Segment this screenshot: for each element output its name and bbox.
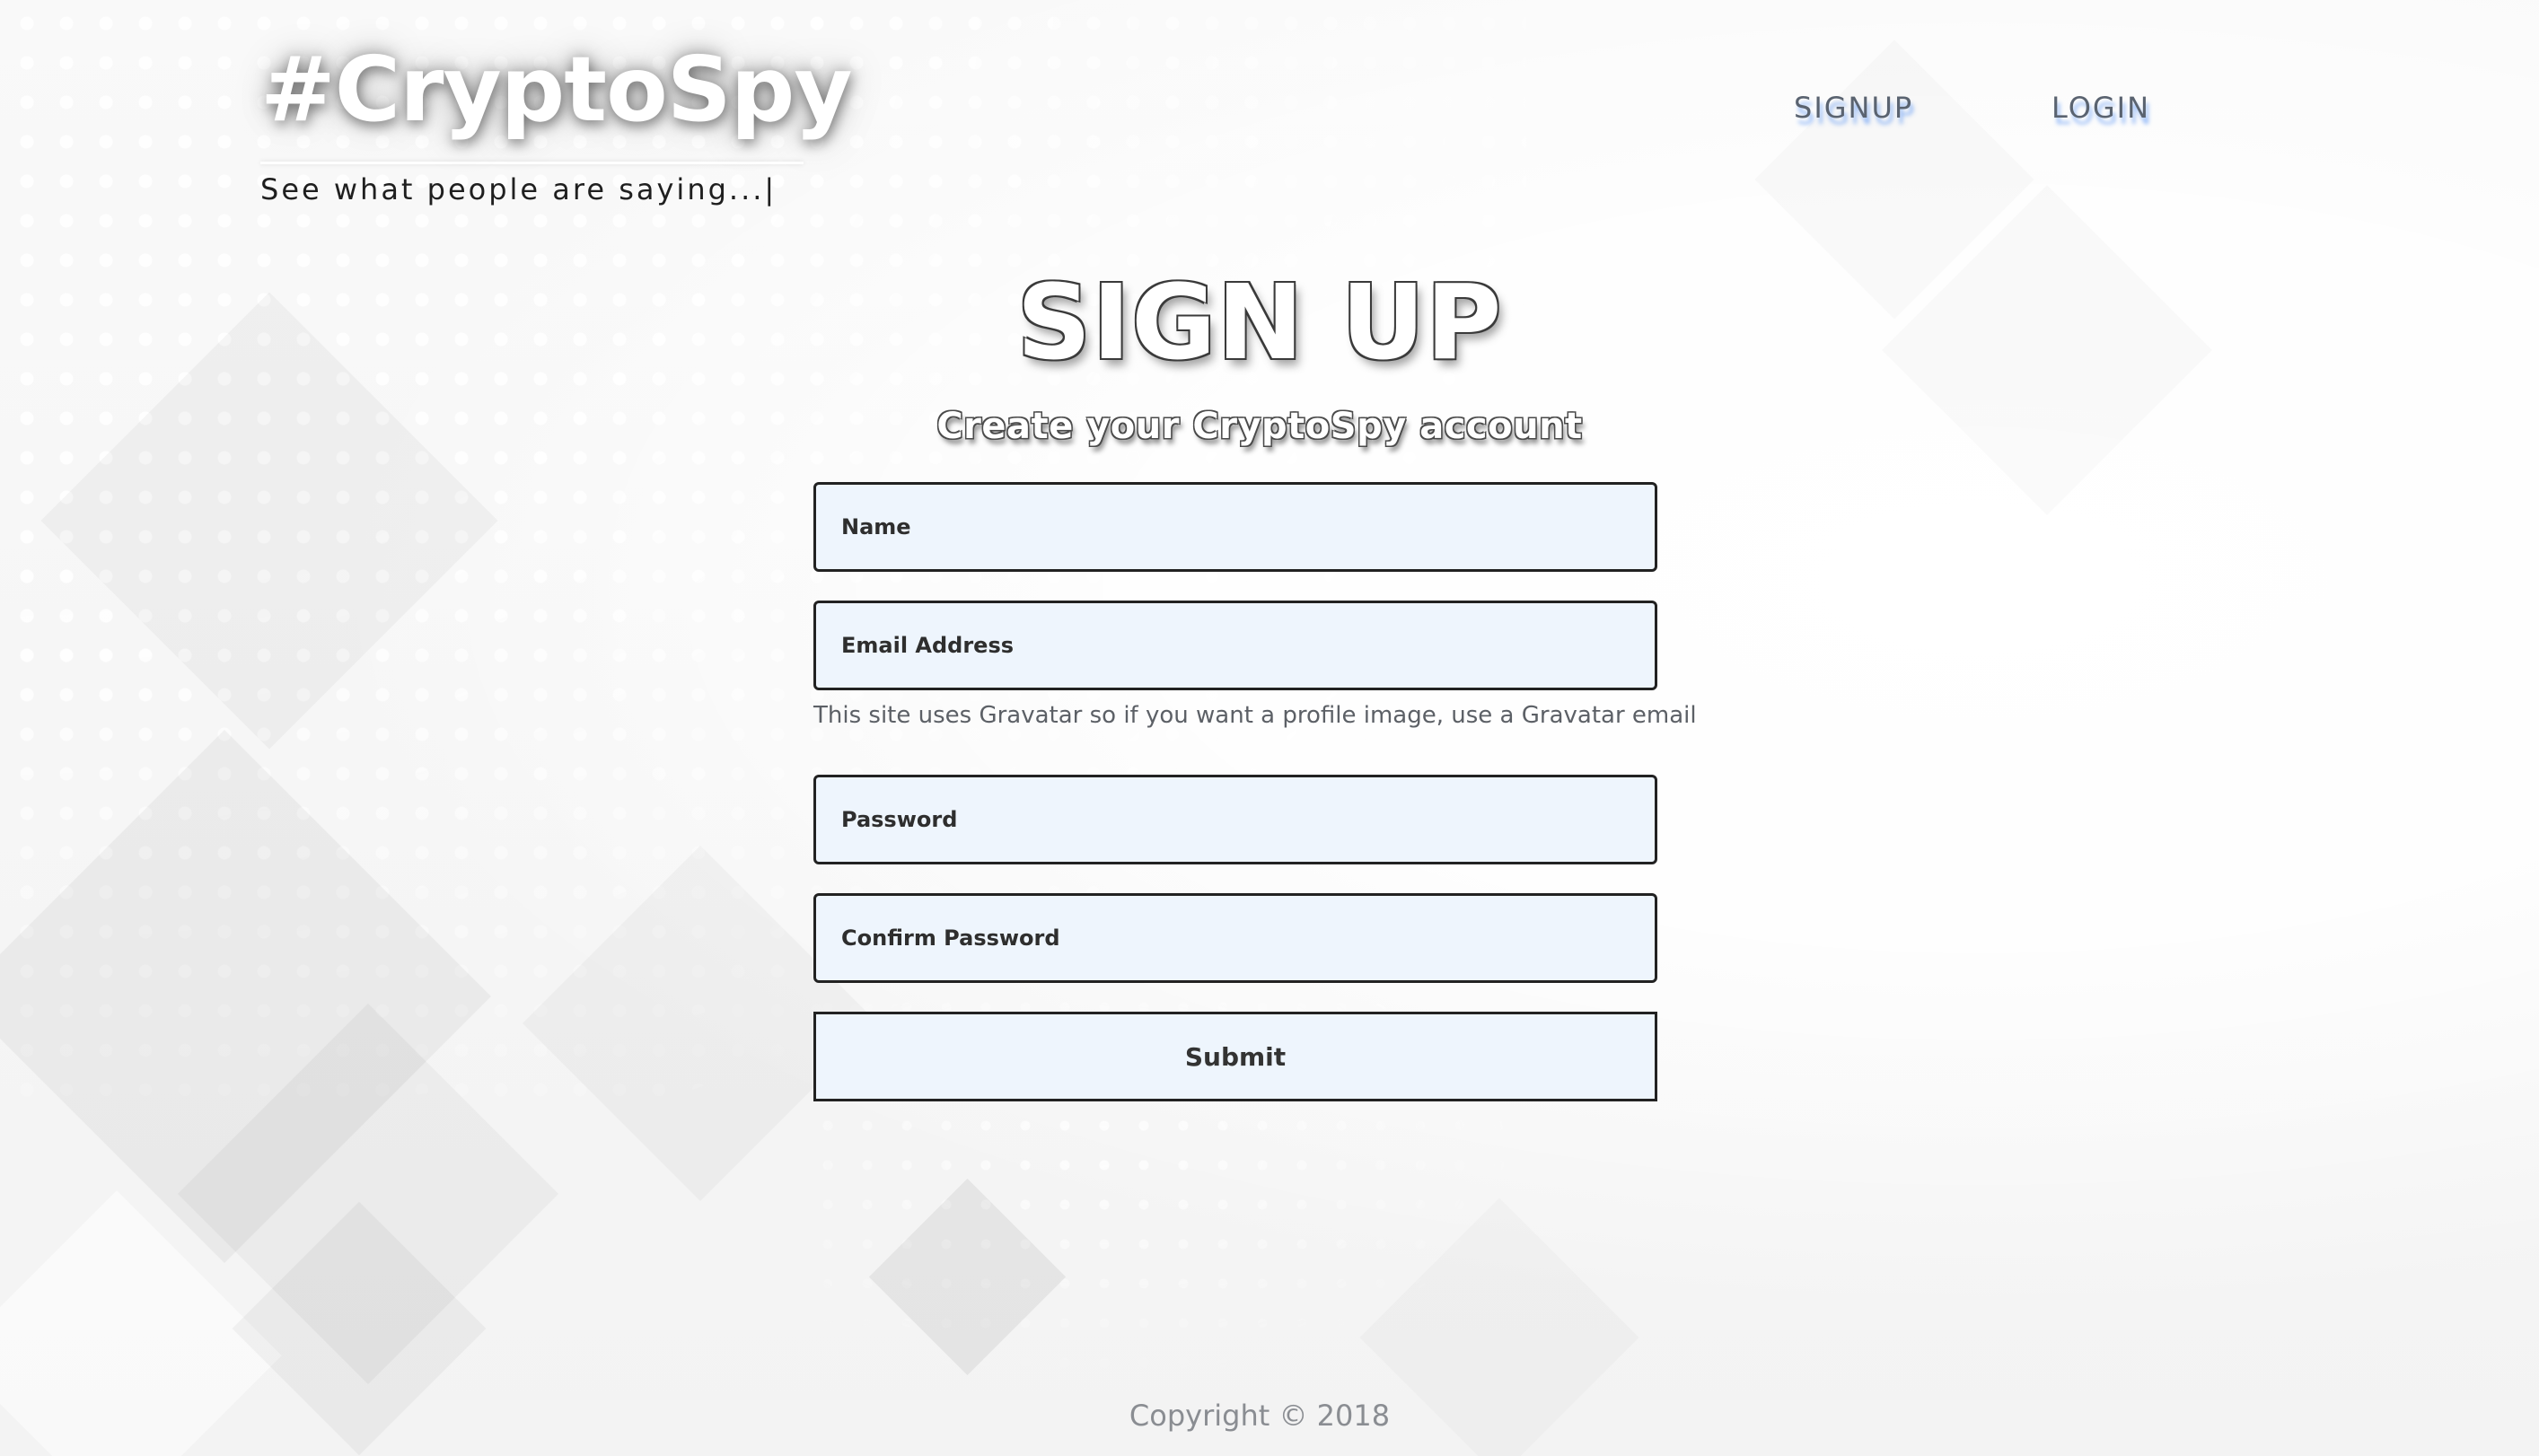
password-field[interactable] [813, 775, 1657, 864]
page-title: SIGN UP [1016, 263, 1503, 383]
submit-button[interactable]: Submit [813, 1012, 1657, 1101]
top-nav: SIGNUP LOGIN [0, 85, 2539, 130]
name-field[interactable] [813, 482, 1657, 572]
page-subtitle: Create your CryptoSpy account [936, 406, 1583, 447]
confirm-password-field[interactable] [813, 893, 1657, 983]
brand-divider [260, 162, 804, 164]
email-field[interactable] [813, 601, 1657, 690]
gravatar-hint: This site uses Gravatar so if you want a… [813, 702, 1697, 729]
copyright-footer: Copyright © 2018 [1129, 1399, 1391, 1433]
site-tagline: See what people are saying...| [260, 172, 778, 206]
nav-signup-link[interactable]: SIGNUP [1794, 85, 1913, 130]
nav-login-link[interactable]: LOGIN [2051, 85, 2150, 130]
